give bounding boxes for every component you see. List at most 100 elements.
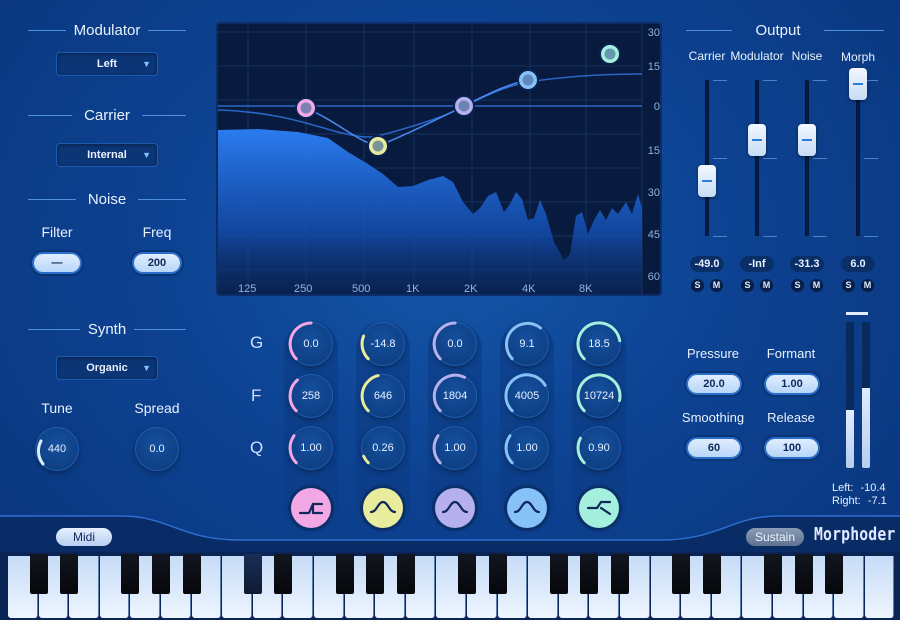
black-key[interactable] <box>458 554 476 594</box>
modulator-dropdown-value: Left <box>96 58 118 70</box>
fader-tick <box>864 236 878 237</box>
band2-q-knob[interactable]: 0.26 <box>361 426 405 470</box>
fader-tick <box>813 236 827 237</box>
band4-freq-knob[interactable]: 4005 <box>504 373 549 418</box>
band5-q-knob[interactable]: 0.90 <box>576 426 621 470</box>
fader-tick <box>763 236 777 237</box>
black-key[interactable] <box>702 554 721 594</box>
black-key[interactable] <box>60 554 79 594</box>
black-key[interactable] <box>764 554 782 594</box>
black-key[interactable] <box>672 554 691 594</box>
band4-gain-knob[interactable]: 9.1 <box>505 321 549 366</box>
black-key[interactable] <box>274 554 293 594</box>
band5-gain-knob[interactable]: 18.5 <box>576 321 622 366</box>
band5-freq-knob[interactable]: 10724 <box>576 373 622 418</box>
carrier-dropdown-value: Internal <box>87 149 127 161</box>
band3-freq-knob[interactable]: 1804 <box>432 373 477 418</box>
spread-label: Spread <box>134 400 180 416</box>
brand-logo: Morphoder <box>814 524 896 545</box>
band3-q-knob[interactable]: 1.00 <box>432 426 477 470</box>
modulator-fader-handle[interactable] <box>748 123 766 156</box>
band4-gain-value: 9.1 <box>519 338 535 350</box>
modulator-dropdown[interactable]: Left ▼ <box>56 52 158 76</box>
sustain-button[interactable]: Sustain <box>746 528 804 546</box>
noise-filter-button[interactable]: — <box>32 252 82 274</box>
noise-mute-button[interactable]: M <box>810 279 823 292</box>
carrier-mute-button[interactable]: M <box>710 279 723 292</box>
black-key[interactable] <box>152 554 170 594</box>
pressure-field[interactable]: 20.0 <box>686 373 742 395</box>
black-key[interactable] <box>243 554 262 594</box>
band1-freq-value: 258 <box>301 390 321 402</box>
morph-mute-button[interactable]: M <box>861 279 874 292</box>
freq-row-label: F <box>251 386 262 405</box>
morph-fader-handle[interactable] <box>849 68 867 100</box>
black-key[interactable] <box>825 554 844 594</box>
spread-value: 0.0 <box>149 443 165 455</box>
black-key[interactable] <box>580 554 599 594</box>
black-key[interactable] <box>335 554 354 594</box>
black-key[interactable] <box>396 554 415 594</box>
morph-fader-track[interactable] <box>856 80 860 236</box>
band1-gain-knob[interactable]: 0.0 <box>288 321 333 366</box>
eq-node-1[interactable] <box>295 97 317 119</box>
black-key[interactable] <box>611 554 629 594</box>
band1-q-knob[interactable]: 1.00 <box>288 426 333 470</box>
eq-node-4[interactable] <box>517 69 539 91</box>
band5-gain-value: 18.5 <box>588 338 610 350</box>
band4-q-knob[interactable]: 1.00 <box>504 426 549 470</box>
black-key[interactable] <box>121 554 140 594</box>
noise-freq-field[interactable]: 200 <box>132 252 182 274</box>
release-field[interactable]: 100 <box>764 437 820 459</box>
piano-keyboard[interactable] <box>0 552 900 620</box>
divider <box>28 199 76 200</box>
tune-knob[interactable]: 440 <box>35 427 79 471</box>
modulator-fader-track[interactable] <box>755 80 759 236</box>
right-level-meter <box>862 322 870 468</box>
noise-fader-track[interactable] <box>805 80 809 236</box>
eq-node-3[interactable] <box>453 95 475 117</box>
noise-output-label: Noise <box>791 49 823 63</box>
formant-value: 1.00 <box>781 378 803 390</box>
white-key[interactable] <box>864 556 895 618</box>
eq-node-5[interactable] <box>599 43 621 65</box>
noise-solo-button[interactable]: S <box>791 279 804 292</box>
band3-gain-knob[interactable]: 0.0 <box>432 321 477 366</box>
smoothing-field[interactable]: 60 <box>686 437 742 459</box>
band4-freq-value: 4005 <box>514 390 540 402</box>
carrier-dropdown[interactable]: Internal ▼ <box>56 143 158 167</box>
modulator-output-label: Modulator <box>730 49 784 63</box>
midi-button[interactable]: Midi <box>56 528 112 546</box>
carrier-fader-handle[interactable] <box>698 164 716 197</box>
fader-tick <box>864 158 878 159</box>
black-key[interactable] <box>794 554 813 594</box>
band1-freq-knob[interactable]: 258 <box>288 374 333 418</box>
modulator-solo-button[interactable]: S <box>741 279 754 292</box>
black-key[interactable] <box>366 554 385 594</box>
divider <box>148 30 186 31</box>
carrier-level-value: -49.0 <box>690 256 724 272</box>
gain-row-label: G <box>250 333 264 352</box>
spectrum-fill <box>218 129 642 294</box>
eq-spectrum-display[interactable]: 125 250 500 1K 2K 4K 8K 30 15 0 15 30 45… <box>216 22 662 296</box>
divider <box>824 30 884 31</box>
divider <box>28 30 66 31</box>
caret-down-icon: ▼ <box>142 363 151 373</box>
spread-knob[interactable]: 0.0 <box>135 427 179 471</box>
synth-dropdown[interactable]: Organic ▼ <box>56 356 158 380</box>
x-tick-label: 4K <box>522 283 536 295</box>
band2-gain-knob[interactable]: -14.8 <box>360 322 405 366</box>
black-key[interactable] <box>549 554 568 594</box>
black-key[interactable] <box>488 554 507 594</box>
noise-fader-handle[interactable] <box>798 123 816 156</box>
eq-node-2[interactable] <box>367 135 389 157</box>
black-key[interactable] <box>29 554 48 594</box>
modulator-mute-button[interactable]: M <box>760 279 773 292</box>
carrier-fader-track[interactable] <box>705 80 709 236</box>
black-key[interactable] <box>182 554 201 594</box>
band2-freq-knob[interactable]: 646 <box>360 374 405 418</box>
carrier-solo-button[interactable]: S <box>691 279 704 292</box>
formant-field[interactable]: 1.00 <box>764 373 820 395</box>
band2-freq-value: 646 <box>373 390 393 402</box>
morph-solo-button[interactable]: S <box>842 279 855 292</box>
